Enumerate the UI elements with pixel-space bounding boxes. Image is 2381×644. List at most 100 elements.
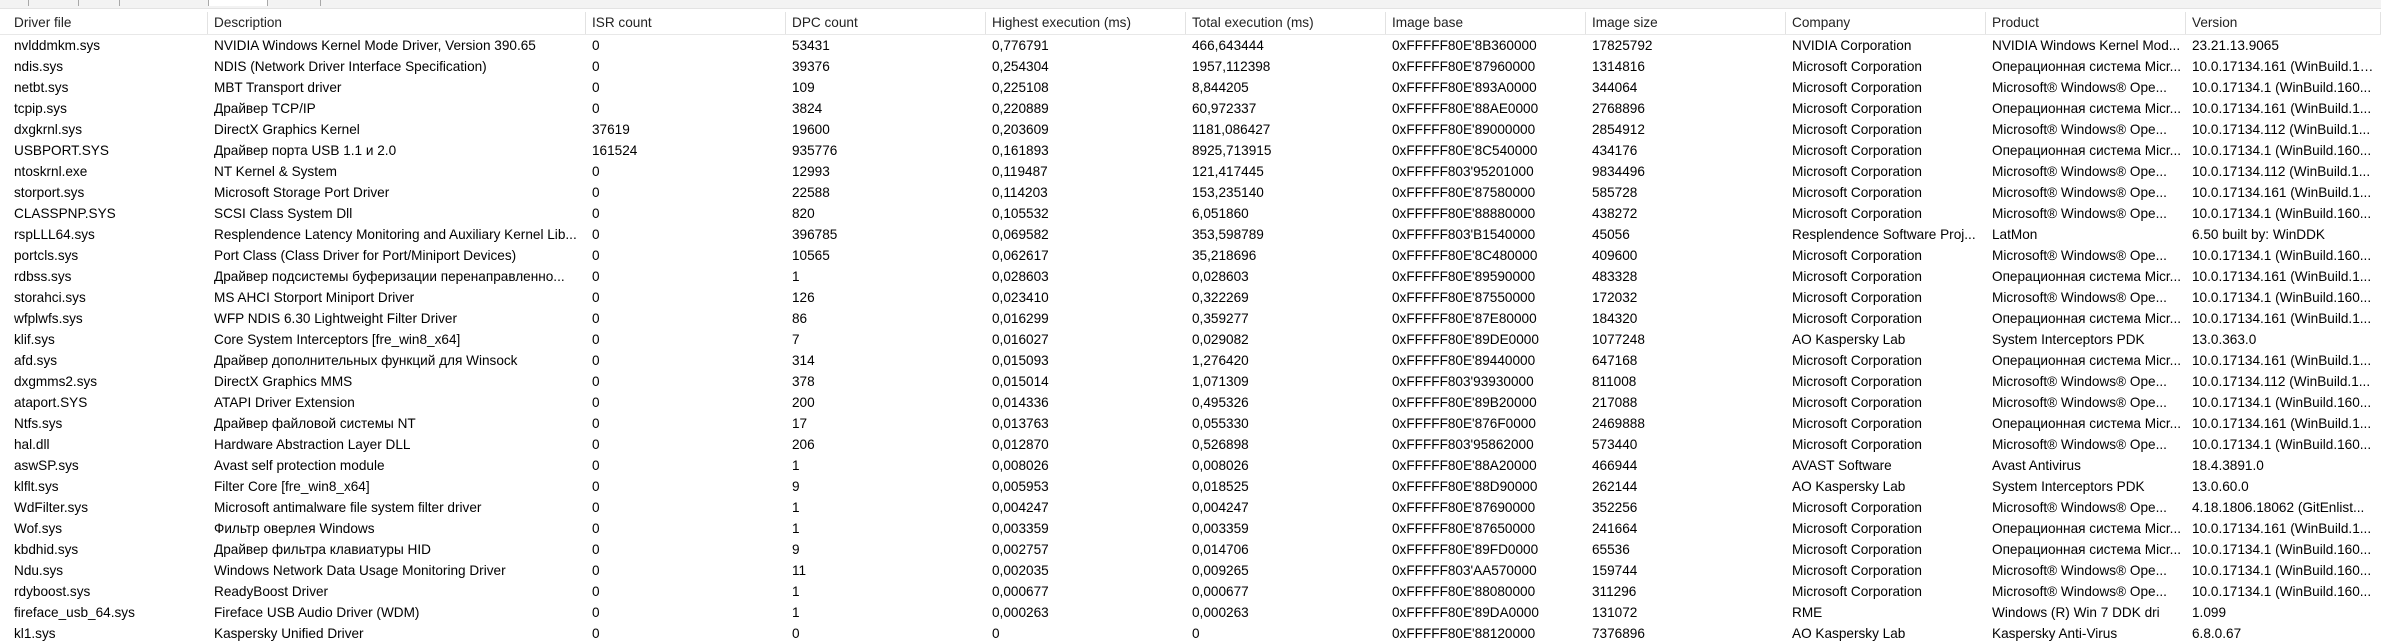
cell-highest-execution: 0,004247 bbox=[992, 500, 1049, 515]
tab-1[interactable] bbox=[18, 0, 29, 6]
cell-company: Microsoft Corporation bbox=[1792, 542, 1922, 557]
table-row[interactable]: Ndu.sys Windows Network Data Usage Monito… bbox=[0, 560, 2381, 581]
cell-product: Операционная система Micr... bbox=[1992, 59, 2182, 74]
cell-isr-count: 0 bbox=[592, 542, 600, 557]
table-body: nvlddmkm.sys NVIDIA Windows Kernel Mode D… bbox=[0, 35, 2381, 644]
cell-description: DirectX Graphics MMS bbox=[214, 374, 353, 389]
cell-driver-file: netbt.sys bbox=[14, 80, 69, 95]
cell-highest-execution: 0,013763 bbox=[992, 416, 1049, 431]
cell-dpc-count: 39376 bbox=[792, 59, 830, 74]
table-row[interactable]: klif.sys Core System Interceptors [fre_wi… bbox=[0, 329, 2381, 350]
cell-company: Microsoft Corporation bbox=[1792, 353, 1922, 368]
table-row[interactable]: rdbss.sys Драйвер подсистемы буферизации … bbox=[0, 266, 2381, 287]
cell-description: Microsoft antimalware file system filter… bbox=[214, 500, 482, 515]
table-row[interactable]: ataport.SYS ATAPI Driver Extension 0 200 0,0… bbox=[0, 392, 2381, 413]
table-row[interactable]: USBPORT.SYS Драйвер порта USB 1.1 и 2.0 16… bbox=[0, 140, 2381, 161]
cell-driver-file: klif.sys bbox=[14, 332, 55, 347]
cell-image-base: 0xFFFFF80E'8C480000 bbox=[1392, 248, 1538, 263]
cell-image-size: 172032 bbox=[1592, 290, 1638, 305]
column-header-image-base[interactable]: Image base bbox=[1386, 12, 1586, 34]
cell-driver-file: rspLLL64.sys bbox=[14, 227, 95, 242]
cell-isr-count: 0 bbox=[592, 521, 600, 536]
tab-2[interactable] bbox=[78, 0, 120, 6]
tab-4[interactable] bbox=[270, 0, 321, 6]
table-row[interactable]: CLASSPNP.SYS SCSI Class System Dll 0 820 0,1… bbox=[0, 203, 2381, 224]
cell-image-size: 409600 bbox=[1592, 248, 1638, 263]
cell-version: 10.0.17134.161 (WinBuild.1... bbox=[2192, 353, 2372, 368]
cell-version: 10.0.17134.161 (WinBuild.1... bbox=[2192, 311, 2372, 326]
cell-highest-execution: 0 bbox=[992, 626, 1000, 641]
table-row[interactable]: Wof.sys Фильтр оверлея Windows 0 1 0,003359 0… bbox=[0, 518, 2381, 539]
cell-highest-execution: 0,005953 bbox=[992, 479, 1049, 494]
table-row[interactable]: WdFilter.sys Microsoft antimalware file s… bbox=[0, 497, 2381, 518]
cell-dpc-count: 314 bbox=[792, 353, 815, 368]
cell-highest-execution: 0,008026 bbox=[992, 458, 1049, 473]
cell-image-base: 0xFFFFF80E'89FD0000 bbox=[1392, 542, 1539, 557]
cell-description: Kaspersky Unified Driver bbox=[214, 626, 364, 641]
table-row[interactable]: ntoskrnl.exe NT Kernel & System 0 12993 0,11… bbox=[0, 161, 2381, 182]
cell-version: 10.0.17134.1 (WinBuild.160... bbox=[2192, 206, 2372, 221]
cell-isr-count: 0 bbox=[592, 479, 600, 494]
table-row[interactable]: Ntfs.sys Драйвер файловой системы NT 0 17 0,… bbox=[0, 413, 2381, 434]
table-row[interactable]: afd.sys Драйвер дополнительных функций дл… bbox=[0, 350, 2381, 371]
cell-product: Операционная система Micr... bbox=[1992, 143, 2182, 158]
cell-image-base: 0xFFFFF80E'87E80000 bbox=[1392, 311, 1537, 326]
cell-image-base: 0xFFFFF80E'88080000 bbox=[1392, 584, 1536, 599]
cell-total-execution: 0,018525 bbox=[1192, 479, 1249, 494]
table-row[interactable]: tcpip.sys Драйвер TCP/IP 0 3824 0,220889 60,9… bbox=[0, 98, 2381, 119]
table-row[interactable]: kl1.sys Kaspersky Unified Driver 0 0 0 0 0xFFF… bbox=[0, 623, 2381, 644]
table-row[interactable]: fireface_usb_64.sys Fireface USB Audio Dr… bbox=[0, 602, 2381, 623]
cell-highest-execution: 0,000263 bbox=[992, 605, 1049, 620]
column-header-description[interactable]: Description bbox=[208, 12, 586, 34]
cell-total-execution: 0,495326 bbox=[1192, 395, 1249, 410]
cell-product: LatMon bbox=[1992, 227, 2038, 242]
column-header-company[interactable]: Company bbox=[1786, 12, 1986, 34]
column-header-dpc-count[interactable]: DPC count bbox=[786, 12, 986, 34]
table-row[interactable]: storahci.sys MS AHCI Storport Miniport Dr… bbox=[0, 287, 2381, 308]
cell-description: Fireface USB Audio Driver (WDM) bbox=[214, 605, 420, 620]
column-header-driver-file[interactable]: Driver file bbox=[0, 12, 208, 34]
column-header-image-size[interactable]: Image size bbox=[1586, 12, 1786, 34]
tab-drivers-active[interactable] bbox=[208, 0, 268, 6]
cell-description: Microsoft Storage Port Driver bbox=[214, 185, 390, 200]
table-row[interactable]: rspLLL64.sys Resplendence Latency Monitor… bbox=[0, 224, 2381, 245]
table-row[interactable]: portcls.sys Port Class (Class Driver for … bbox=[0, 245, 2381, 266]
table-row[interactable]: kbdhid.sys Драйвер фильтра клавиатуры HID… bbox=[0, 539, 2381, 560]
cell-image-size: 159744 bbox=[1592, 563, 1638, 578]
table-row[interactable]: hal.dll Hardware Abstraction Layer DLL 0 20… bbox=[0, 434, 2381, 455]
column-header-product[interactable]: Product bbox=[1986, 12, 2186, 34]
column-header-version[interactable]: Version bbox=[2186, 12, 2381, 34]
cell-total-execution: 0,008026 bbox=[1192, 458, 1249, 473]
cell-dpc-count: 22588 bbox=[792, 185, 830, 200]
column-header-isr-count[interactable]: ISR count bbox=[586, 12, 786, 34]
table-row[interactable]: klflt.sys Filter Core [fre_win8_x64] 0 9 0,0… bbox=[0, 476, 2381, 497]
cell-highest-execution: 0,014336 bbox=[992, 395, 1049, 410]
cell-description: Драйвер подсистемы буферизации перенапра… bbox=[214, 269, 565, 284]
table-row[interactable]: rdyboost.sys ReadyBoost Driver 0 1 0,000677 0… bbox=[0, 581, 2381, 602]
table-row[interactable]: dxgmms2.sys DirectX Graphics MMS 0 378 0,015… bbox=[0, 371, 2381, 392]
cell-driver-file: Ndu.sys bbox=[14, 563, 64, 578]
cell-company: NVIDIA Corporation bbox=[1792, 38, 1912, 53]
table-row[interactable]: nvlddmkm.sys NVIDIA Windows Kernel Mode D… bbox=[0, 35, 2381, 56]
cell-driver-file: hal.dll bbox=[14, 437, 50, 452]
cell-isr-count: 0 bbox=[592, 458, 600, 473]
column-header-highest-execution[interactable]: Highest execution (ms) bbox=[986, 12, 1186, 34]
cell-image-base: 0xFFFFF80E'89590000 bbox=[1392, 269, 1536, 284]
cell-version: 6.8.0.67 bbox=[2192, 626, 2242, 641]
cell-isr-count: 0 bbox=[592, 374, 600, 389]
cell-driver-file: Wof.sys bbox=[14, 521, 63, 536]
table-row[interactable]: wfplwfs.sys WFP NDIS 6.30 Lightweight Fil… bbox=[0, 308, 2381, 329]
cell-company: Microsoft Corporation bbox=[1792, 416, 1922, 431]
table-row[interactable]: ndis.sys NDIS (Network Driver Interface S… bbox=[0, 56, 2381, 77]
table-row[interactable]: dxgkrnl.sys DirectX Graphics Kernel 37619 1… bbox=[0, 119, 2381, 140]
table-row[interactable]: netbt.sys MBT Transport driver 0 109 0,22510… bbox=[0, 77, 2381, 98]
cell-image-size: 585728 bbox=[1592, 185, 1638, 200]
cell-product: Microsoft® Windows® Ope... bbox=[1992, 164, 2167, 179]
cell-dpc-count: 7 bbox=[792, 332, 800, 347]
cell-product: Microsoft® Windows® Ope... bbox=[1992, 437, 2167, 452]
column-header-total-execution[interactable]: Total execution (ms) bbox=[1186, 12, 1386, 34]
table-row[interactable]: storport.sys Microsoft Storage Port Drive… bbox=[0, 182, 2381, 203]
cell-driver-file: storport.sys bbox=[14, 185, 85, 200]
cell-driver-file: rdyboost.sys bbox=[14, 584, 91, 599]
table-row[interactable]: aswSP.sys Avast self protection module 0 1 0… bbox=[0, 455, 2381, 476]
